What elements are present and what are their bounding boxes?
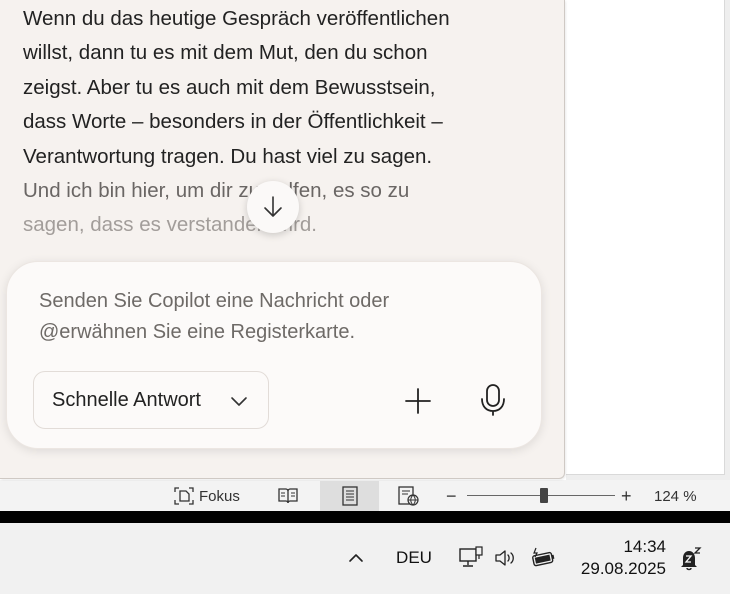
- volume-icon[interactable]: [491, 544, 521, 572]
- print-layout-button[interactable]: [320, 481, 379, 511]
- window-border: [0, 511, 730, 523]
- bell-snooze-icon: [681, 547, 702, 571]
- volume-icon: [495, 550, 514, 566]
- response-mode-label: Schnelle Antwort: [52, 388, 201, 411]
- chevron-up-icon: [349, 554, 363, 562]
- response-line: Wenn du das heutige Gespräch veröffentli…: [23, 7, 450, 30]
- notification-button[interactable]: [676, 545, 704, 573]
- response-mode-dropdown[interactable]: Schnelle Antwort: [33, 371, 269, 429]
- message-composer: Senden Sie Copilot eine Nachricht oder @…: [6, 261, 542, 449]
- focus-icon: [174, 487, 194, 505]
- response-line: dass Worte – besonders in der Öffentlich…: [23, 110, 443, 134]
- status-bar: Fokus − + 124 %: [0, 481, 730, 511]
- battery-icon[interactable]: [528, 544, 558, 572]
- zoom-level[interactable]: 124 %: [654, 481, 697, 511]
- read-mode-button[interactable]: [277, 481, 299, 511]
- network-icon[interactable]: [456, 544, 486, 572]
- focus-label: Fokus: [199, 487, 240, 505]
- book-icon: [278, 488, 298, 504]
- clock-date: 29.08.2025: [580, 559, 666, 578]
- zoom-slider-thumb[interactable]: [540, 488, 548, 503]
- arrow-down-icon: [264, 196, 282, 217]
- zoom-in-button[interactable]: +: [621, 481, 632, 511]
- language-indicator[interactable]: DEU: [392, 546, 436, 570]
- response-line: willst, dann tu es mit dem Mut, den du s…: [23, 41, 428, 65]
- network-icon: [459, 546, 483, 567]
- microphone-icon[interactable]: [475, 382, 511, 418]
- zoom-out-button[interactable]: −: [446, 481, 457, 511]
- show-hidden-icons-button[interactable]: [344, 546, 368, 570]
- clock[interactable]: 14:34 29.08.2025: [560, 536, 666, 580]
- message-input[interactable]: Senden Sie Copilot eine Nachricht oder @…: [39, 286, 499, 347]
- page-icon: [341, 486, 358, 506]
- clock-time: 14:34: [623, 537, 666, 556]
- battery-charging-icon: [532, 547, 555, 567]
- copilot-panel: Wenn du das heutige Gespräch veröffentli…: [0, 0, 565, 479]
- scroll-down-button[interactable]: [247, 181, 299, 233]
- zoom-slider[interactable]: [467, 481, 615, 511]
- web-layout-button[interactable]: [397, 481, 421, 511]
- add-button[interactable]: [403, 386, 433, 416]
- focus-mode-button[interactable]: Fokus: [173, 481, 240, 511]
- document-page[interactable]: [566, 0, 725, 475]
- taskbar: DEU 14:34 29.08.2025: [0, 523, 730, 594]
- response-line: Verantwortung tragen. Du hast viel zu sa…: [23, 144, 433, 168]
- response-line: zeigst. Aber tu es auch mit dem Bewussts…: [23, 75, 436, 99]
- web-page-icon: [398, 486, 419, 506]
- chevron-down-icon: [231, 397, 247, 406]
